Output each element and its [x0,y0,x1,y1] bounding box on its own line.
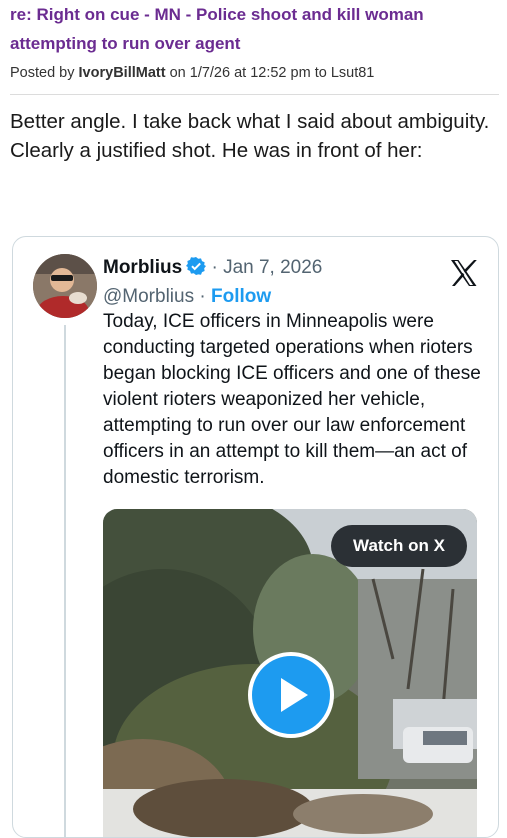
on-label: on [169,65,186,81]
tweet-date-sep: · [211,257,224,278]
x-logo-icon[interactable] [448,257,480,289]
follow-button[interactable]: Follow [211,286,271,307]
post-meta: Posted by IvoryBillMatt on 1/7/26 at 12:… [10,63,500,83]
to-label: to [314,65,327,81]
author-link[interactable]: IvoryBillMatt [79,65,166,81]
header-divider [10,94,499,95]
post-header: re: Right on cue - MN - Police shoot and… [10,0,500,83]
tweet-text: Today, ICE officers in Minneapolis were … [103,311,481,488]
posted-by-label: Posted by [10,65,75,81]
video-media[interactable]: Watch on X [103,509,477,837]
avatar-image [33,254,97,318]
handle-sep: · [199,286,211,307]
post-body: Better angle. I take back what I said ab… [10,110,490,162]
tweet-header: Morblius · Jan 7, 2026 @Morblius · Follo… [103,255,483,310]
play-button[interactable] [248,652,334,738]
embedded-tweet-card[interactable]: Morblius · Jan 7, 2026 @Morblius · Follo… [12,236,499,838]
recipient-link[interactable]: Lsut81 [331,65,375,81]
verified-badge-icon [186,256,207,284]
post-title-link[interactable]: re: Right on cue - MN - Police shoot and… [10,0,500,58]
thread-line [64,325,66,837]
post-datetime: 1/7/26 at 12:52 pm [189,65,311,81]
tweet-handle[interactable]: @Morblius [103,286,194,307]
play-icon [281,678,308,712]
watch-on-x-button[interactable]: Watch on X [331,525,467,567]
tweet-date[interactable]: Jan 7, 2026 [223,257,322,278]
avatar[interactable] [33,254,97,318]
display-name[interactable]: Morblius [103,257,182,278]
